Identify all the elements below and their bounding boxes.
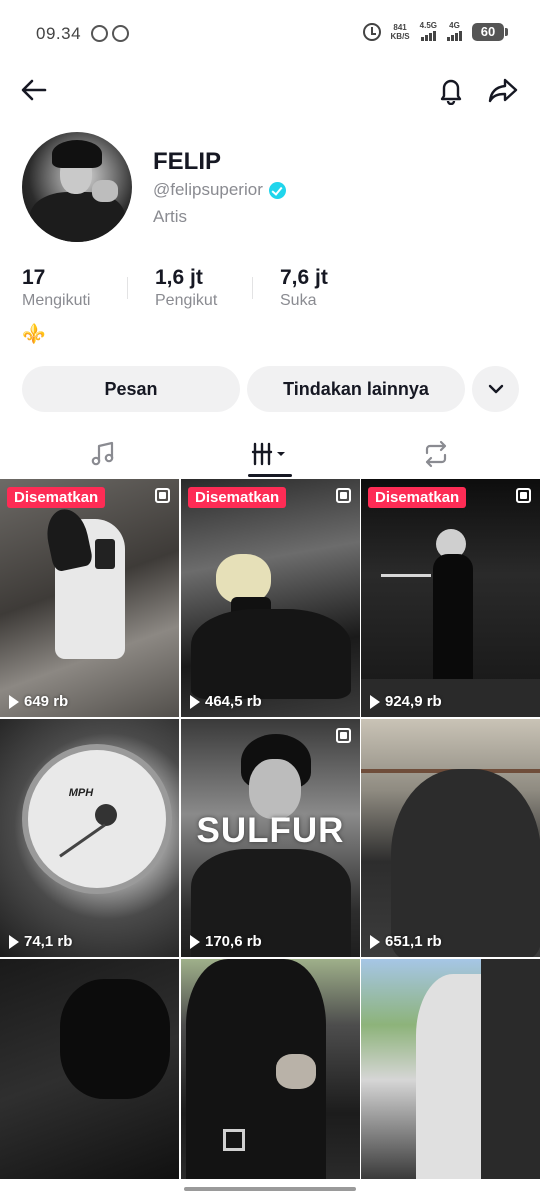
more-actions-button[interactable]: Tindakan lainnya xyxy=(247,366,465,412)
view-count: 651,1 rb xyxy=(370,933,442,950)
video-tile[interactable]: 651,1 rb xyxy=(361,719,540,957)
tab-videos[interactable] xyxy=(180,430,360,478)
view-count-value: 924,9 rb xyxy=(385,693,442,710)
play-icon xyxy=(370,694,380,709)
stat-value: 1,6 jt xyxy=(155,266,203,289)
back-button[interactable] xyxy=(14,70,54,110)
view-count-value: 649 rb xyxy=(24,693,69,710)
arrow-left-icon xyxy=(21,79,47,101)
video-tile[interactable]: Disematkan 464,5 rb xyxy=(181,479,360,717)
video-overlay-text: SULFUR xyxy=(196,811,345,850)
pinned-badge: Disematkan xyxy=(7,487,106,508)
share-arrow-icon xyxy=(488,78,518,103)
profile-category: Artis xyxy=(153,207,187,226)
multi-photo-icon xyxy=(336,728,351,743)
profile-name: FELIP xyxy=(153,148,222,175)
signal-4g-icon: 4G xyxy=(447,22,462,41)
video-tile[interactable]: SULFUR 170,6 rb xyxy=(181,719,360,957)
view-count: 464,5 rb xyxy=(190,693,262,710)
signal-4-5g-icon: 4.5G xyxy=(420,22,437,41)
profile-actions: Pesan Tindakan lainnya xyxy=(22,366,520,412)
signal-1-label: 4.5G xyxy=(419,21,437,30)
play-icon xyxy=(370,934,380,949)
bio-emoji: ⚜️ xyxy=(22,324,46,345)
stat-label: Suka xyxy=(280,292,317,309)
expand-button[interactable] xyxy=(472,366,519,412)
video-tile[interactable]: MPH 74,1 rb xyxy=(0,719,179,957)
avatar[interactable] xyxy=(22,132,132,242)
status-indicators: 841 KB/S 4.5G 4G 60 xyxy=(362,22,508,41)
gauge-label: MPH xyxy=(68,787,94,799)
view-count: 649 rb xyxy=(9,693,68,710)
grid-icon xyxy=(251,442,285,466)
multi-photo-icon xyxy=(155,488,170,503)
stat-label: Pengikut xyxy=(155,292,218,309)
stat-likes[interactable]: 7,6 jt Suka xyxy=(280,265,328,311)
tab-reposts[interactable] xyxy=(346,430,526,478)
stat-label: Mengikuti xyxy=(22,292,91,309)
play-icon xyxy=(190,934,200,949)
stat-divider xyxy=(252,277,253,299)
status-time: 09.34 xyxy=(36,24,82,43)
repost-icon xyxy=(425,440,447,468)
network-speed-unit: KB/S xyxy=(390,31,410,41)
music-note-icon xyxy=(91,441,114,466)
tab-music[interactable] xyxy=(13,430,193,478)
profile-handle-row: @felipsuperior xyxy=(153,180,286,200)
view-count-value: 170,6 rb xyxy=(205,933,262,950)
stat-followers[interactable]: 1,6 jt Pengikut xyxy=(155,265,217,311)
profile-stats: 17 Mengikuti 1,6 jt Pengikut 7,6 jt Suka xyxy=(0,265,540,315)
view-count: 924,9 rb xyxy=(370,693,442,710)
share-button[interactable] xyxy=(483,70,523,110)
multi-photo-icon xyxy=(336,488,351,503)
whatsapp-icon xyxy=(112,25,129,42)
stat-following[interactable]: 17 Mengikuti xyxy=(22,265,90,311)
active-tab-indicator xyxy=(248,474,292,477)
stat-divider xyxy=(127,277,128,299)
view-count: 170,6 rb xyxy=(190,933,262,950)
stat-value: 7,6 jt xyxy=(280,266,328,289)
sync-icon xyxy=(91,25,108,42)
network-speed-value: 841 xyxy=(393,22,407,32)
signal-2-label: 4G xyxy=(449,21,460,30)
video-tile[interactable] xyxy=(0,959,179,1179)
stat-value: 17 xyxy=(22,266,46,289)
view-count-value: 651,1 rb xyxy=(385,933,442,950)
top-nav xyxy=(0,70,540,110)
video-tile[interactable] xyxy=(181,959,360,1179)
content-tabs xyxy=(0,430,540,478)
view-count-value: 74,1 rb xyxy=(24,933,73,950)
battery-icon: 60 xyxy=(472,22,508,41)
status-bar: 09.34 841 KB/S 4.5G 4G 60 xyxy=(0,0,540,70)
play-icon xyxy=(9,694,19,709)
network-speed: 841 KB/S xyxy=(391,23,410,41)
video-tile[interactable]: Disematkan 649 rb xyxy=(0,479,179,717)
multi-photo-icon xyxy=(516,488,531,503)
view-count-value: 464,5 rb xyxy=(205,693,262,710)
bell-icon xyxy=(440,79,462,105)
play-icon xyxy=(9,934,19,949)
view-count: 74,1 rb xyxy=(9,933,72,950)
pinned-badge: Disematkan xyxy=(188,487,287,508)
profile-handle: @felipsuperior xyxy=(153,180,263,199)
video-tile[interactable] xyxy=(361,959,540,1179)
pinned-badge: Disematkan xyxy=(368,487,467,508)
chevron-down-icon xyxy=(488,384,503,394)
message-button[interactable]: Pesan xyxy=(22,366,240,412)
video-tile[interactable]: Disematkan 924,9 rb xyxy=(361,479,540,717)
notification-button[interactable] xyxy=(431,70,471,110)
verified-badge-icon xyxy=(268,181,286,199)
alarm-icon xyxy=(362,22,381,41)
play-icon xyxy=(190,694,200,709)
home-indicator[interactable] xyxy=(184,1187,356,1191)
